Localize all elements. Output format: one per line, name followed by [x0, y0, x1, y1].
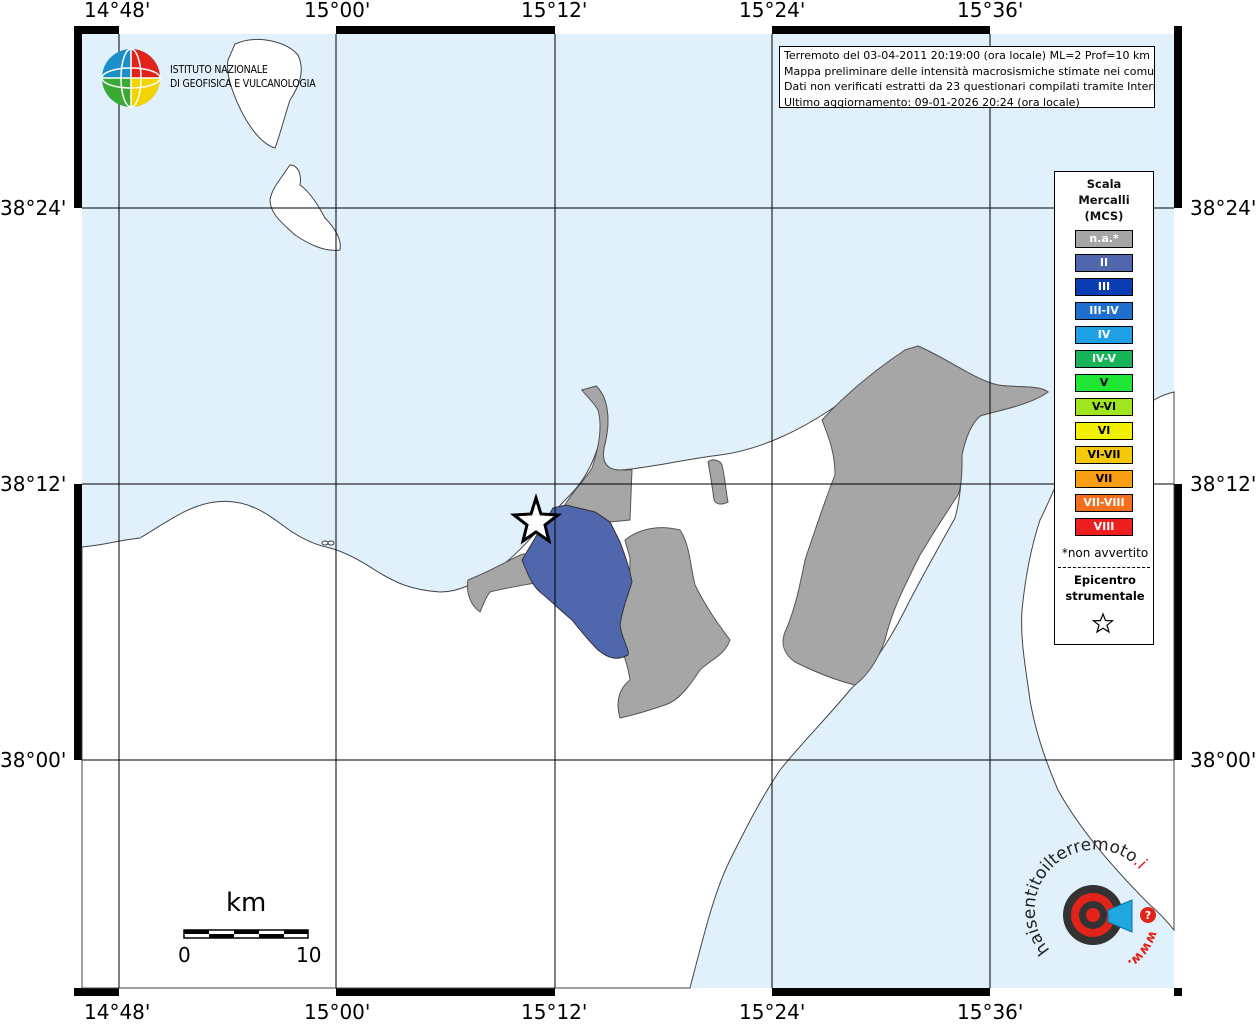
- legend-epicenter-line1: Epicentro: [1074, 573, 1136, 587]
- legend-swatch: V: [1075, 374, 1133, 392]
- legend-note: *non avvertito: [1061, 546, 1149, 560]
- lon-label-bottom-5: 15°36': [957, 1000, 1024, 1024]
- lon-label-top-3: 15°12': [521, 0, 588, 22]
- legend-swatch: VII: [1075, 470, 1133, 488]
- legend-swatch: III-IV: [1075, 302, 1133, 320]
- lat-label-right-1: 38°24': [1190, 196, 1256, 220]
- scale-max-label: 10: [296, 943, 322, 967]
- legend-swatch: VI: [1075, 422, 1133, 440]
- lat-label-left-1: 38°24': [0, 196, 67, 220]
- lon-label-top-2: 15°00': [304, 0, 371, 22]
- scale-bar: [183, 929, 309, 939]
- lon-label-top-4: 15°24': [739, 0, 806, 22]
- legend-title: Scala Mercalli (MCS): [1055, 176, 1153, 224]
- legend-swatch: VII-VIII: [1075, 494, 1133, 512]
- legend-swatch: II: [1075, 254, 1133, 272]
- legend-swatch: VI-VII: [1075, 446, 1133, 464]
- mcs-legend: Scala Mercalli (MCS) n.a.* II III III-IV IV I…: [1054, 171, 1154, 645]
- legend-swatch: IV: [1075, 326, 1133, 344]
- svg-text:?: ?: [1145, 909, 1151, 922]
- ingv-logo-icon: [101, 48, 161, 108]
- legend-star-icon: [1092, 612, 1114, 634]
- scale-min-label: 0: [178, 943, 191, 967]
- info-line-1: Terremoto del 03-04-2011 20:19:00 (ora l…: [784, 49, 1151, 62]
- legend-title-line2: Mercalli: [1078, 193, 1130, 207]
- legend-swatch: n.a.*: [1075, 230, 1133, 248]
- legend-swatch: III: [1075, 278, 1133, 296]
- lon-label-bottom-4: 15°24': [739, 1000, 806, 1024]
- legend-title-line3: (MCS): [1084, 209, 1124, 223]
- lat-label-left-2: 38°12': [0, 472, 67, 496]
- ingv-name-line1: ISTITUTO NAZIONALE: [170, 64, 268, 76]
- lat-label-left-3: 38°00': [0, 748, 67, 772]
- earthquake-info-box: Terremoto del 03-04-2011 20:19:00 (ora l…: [779, 46, 1155, 108]
- info-line-2: Mappa preliminare delle intensità macros…: [784, 64, 1155, 78]
- lon-label-bottom-1: 14°48': [84, 1000, 151, 1024]
- legend-divider: [1058, 567, 1150, 568]
- legend-swatch: IV-V: [1075, 350, 1133, 368]
- lat-label-right-2: 38°12': [1190, 472, 1256, 496]
- legend-swatch: V-VI: [1075, 398, 1133, 416]
- scale-unit: km: [226, 888, 267, 918]
- legend-title-line1: Scala: [1086, 177, 1122, 191]
- ingv-logo-text: ISTITUTO NAZIONALE DI GEOFISICA E VULCAN…: [170, 63, 316, 91]
- legend-swatch: VIII: [1075, 518, 1133, 536]
- legend-epicenter-line2: strumentale: [1065, 589, 1145, 603]
- info-line-3: Dati non verificati estratti da 23 quest…: [784, 80, 1155, 93]
- lon-label-top-5: 15°36': [957, 0, 1024, 22]
- lon-label-bottom-2: 15°00': [304, 1000, 371, 1024]
- lon-label-top-1: 14°48': [84, 0, 151, 22]
- lon-label-bottom-3: 15°12': [521, 1000, 588, 1024]
- lat-label-right-3: 38°00': [1190, 748, 1256, 772]
- info-line-4: Ultimo aggiornamento: 09-01-2026 20:24 (…: [784, 95, 1080, 108]
- legend-epicenter-label: Epicentro strumentale: [1055, 572, 1155, 604]
- ingv-name-line2: DI GEOFISICA E VULCANOLOGIA: [170, 78, 316, 90]
